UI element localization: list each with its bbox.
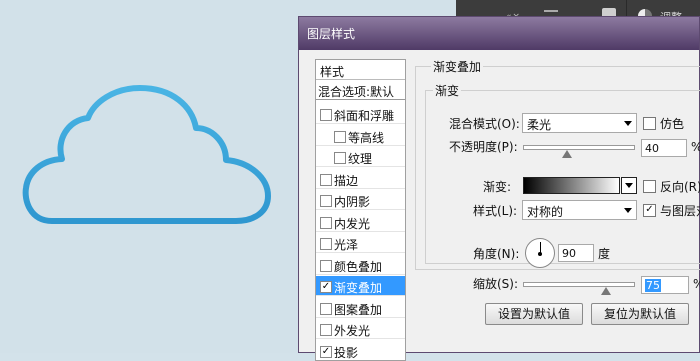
blend-mode-label: 混合模式(O): (449, 117, 520, 131)
gradient-label: 渐变: (483, 180, 512, 194)
reverse-label: 反向(R) (660, 180, 700, 194)
reset-default-button[interactable]: 复位为默认值 (591, 303, 689, 325)
cloud-shape (22, 85, 271, 224)
reverse-checkbox[interactable] (643, 180, 656, 193)
dialog-titlebar[interactable]: 图层样式 (299, 17, 699, 50)
chevron-down-icon (624, 121, 632, 126)
style-item[interactable]: 纹理 (316, 147, 405, 167)
style-item-checkbox[interactable] (320, 302, 332, 315)
angle-label: 角度(N): (473, 247, 520, 261)
gradient-preview[interactable] (523, 177, 620, 194)
style-item-checkbox[interactable]: ✓ (320, 281, 332, 293)
style-item-label: 描边 (334, 173, 359, 188)
style-item[interactable]: 斜面和浮雕 (316, 104, 405, 124)
gradient-group: 渐变 (425, 82, 700, 264)
scale-label: 缩放(S): (473, 277, 519, 291)
style-item[interactable]: ✓ 投影 (316, 341, 405, 360)
style-item[interactable]: 内阴影 (316, 190, 405, 210)
style-item[interactable]: 外发光 (316, 319, 405, 339)
opacity-slider-thumb[interactable] (562, 150, 572, 158)
group-title: 渐变 (433, 82, 462, 99)
dither-checkbox[interactable] (643, 117, 656, 130)
style-item-label: 图案叠加 (334, 302, 383, 317)
style-item-label: 外发光 (334, 324, 371, 338)
angle-center (538, 252, 542, 256)
style-item-checkbox[interactable] (320, 195, 332, 207)
style-value: 对称的 (527, 205, 564, 219)
layer-style-dialog: 图层样式 样式 混合选项:默认 斜面和浮雕等高线纹理描边内阴影内发光光泽颜色叠加… (298, 16, 700, 361)
style-item-label: 内阴影 (334, 195, 371, 209)
style-label: 样式(L): (473, 204, 518, 218)
style-item-checkbox[interactable] (320, 109, 332, 121)
make-default-button[interactable]: 设置为默认值 (485, 303, 583, 325)
style-item-label: 投影 (334, 345, 359, 360)
blend-mode-value: 柔光 (527, 118, 552, 132)
style-item[interactable]: 光泽 (316, 233, 405, 253)
gradient-picker-button[interactable] (621, 177, 637, 194)
style-list-header[interactable]: 样式 (316, 60, 405, 80)
style-item-label: 等高线 (348, 130, 385, 145)
blend-options-item[interactable]: 混合选项:默认 (316, 80, 405, 100)
opacity-value: 40 (645, 142, 659, 155)
style-item-checkbox[interactable] (320, 259, 332, 272)
style-item-checkbox[interactable] (320, 238, 332, 250)
dialog-body: 样式 混合选项:默认 斜面和浮雕 等高线 纹理 描边 内阴影 内发光 光泽 颜色叠加 ✓ 渐变叠加… (303, 50, 700, 361)
style-item[interactable]: 等高线 (316, 126, 405, 146)
angle-value: 90 (562, 247, 576, 260)
align-layer-label: 与图层对 (660, 204, 700, 218)
style-item-checkbox[interactable] (320, 324, 332, 336)
style-select[interactable]: 对称的 (522, 200, 637, 220)
opacity-slider-track[interactable] (523, 145, 635, 150)
styles-label: 样式 (320, 65, 345, 79)
style-item-label: 光泽 (334, 238, 359, 252)
opacity-label: 不透明度(P): (449, 140, 518, 154)
blend-mode-select[interactable]: 柔光 (522, 113, 637, 133)
style-item-label: 渐变叠加 (334, 281, 383, 295)
opacity-unit: % (691, 140, 700, 154)
chevron-down-icon (625, 183, 633, 188)
scale-value: 75 (645, 279, 661, 292)
style-item-checkbox[interactable]: ✓ (320, 345, 332, 358)
align-layer-checkbox[interactable]: ✓ (643, 204, 656, 217)
style-item-checkbox[interactable] (320, 216, 332, 229)
style-item-label: 颜色叠加 (334, 259, 383, 274)
opacity-input[interactable]: 40 (641, 139, 687, 157)
dither-label: 仿色 (660, 117, 685, 131)
style-item-checkbox[interactable] (320, 173, 332, 186)
style-item[interactable]: 内发光 (316, 212, 405, 232)
style-item-checkbox[interactable] (334, 152, 346, 164)
style-item[interactable]: 描边 (316, 169, 405, 189)
scale-slider-track[interactable] (523, 282, 635, 287)
angle-dial[interactable] (525, 238, 555, 268)
style-list: 样式 混合选项:默认 斜面和浮雕 等高线 纹理 描边 内阴影 内发光 光泽 颜色叠加 ✓ 渐变叠加… (315, 59, 406, 361)
style-item[interactable]: 图案叠加 (316, 298, 405, 318)
style-item[interactable]: 颜色叠加 (316, 255, 405, 275)
style-item[interactable]: ✓ 渐变叠加 (316, 276, 405, 296)
section-title: 渐变叠加 (431, 58, 484, 75)
style-item-checkbox[interactable] (334, 130, 346, 143)
style-item-label: 纹理 (348, 152, 373, 166)
chevron-down-icon (624, 208, 632, 213)
scale-input[interactable]: 75 (641, 276, 689, 294)
scale-unit: % (693, 277, 700, 291)
angle-input[interactable]: 90 (558, 244, 594, 262)
dialog-title: 图层样式 (307, 27, 356, 41)
style-item-label: 斜面和浮雕 (334, 109, 395, 123)
style-item-label: 内发光 (334, 216, 371, 231)
scale-slider-thumb[interactable] (600, 287, 611, 295)
angle-unit: 度 (598, 247, 611, 261)
blend-options-label: 混合选项:默认 (318, 85, 395, 99)
